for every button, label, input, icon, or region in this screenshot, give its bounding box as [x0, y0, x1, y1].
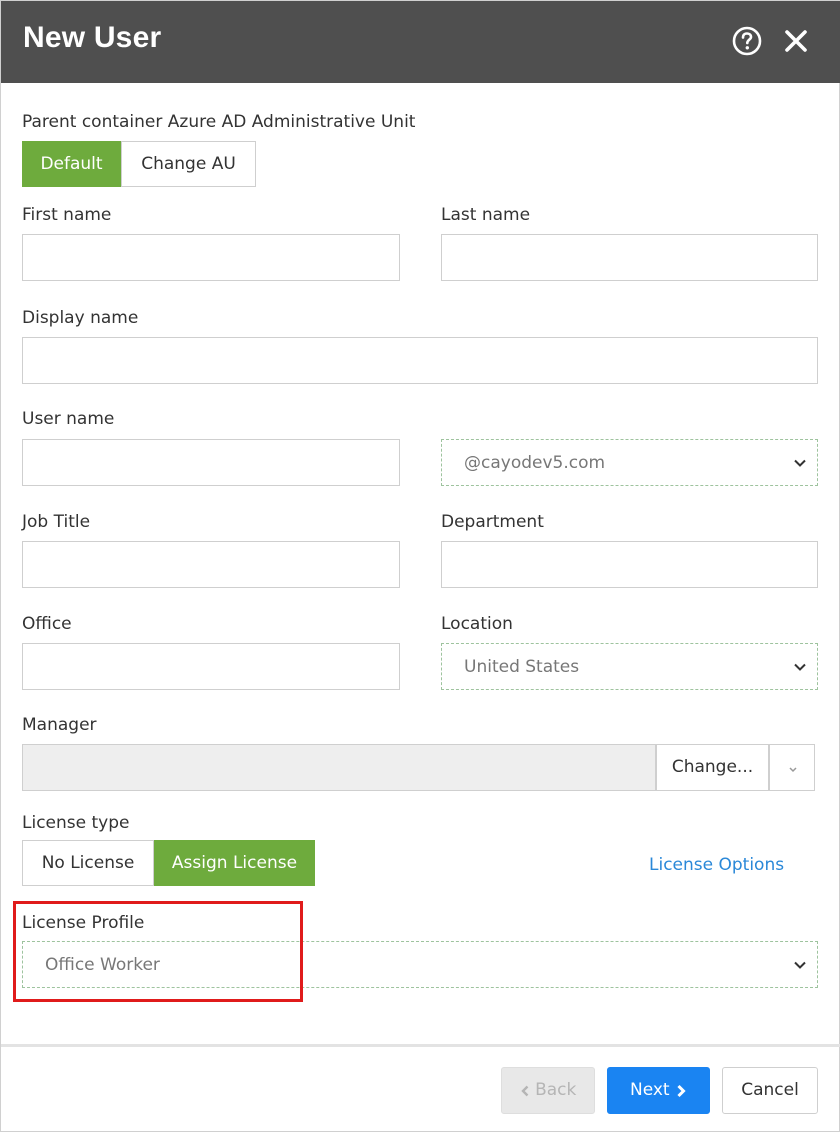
dialog-header: New User: [1, 1, 840, 83]
chevron-down-icon: [794, 961, 806, 969]
back-button[interactable]: Back: [501, 1067, 595, 1114]
domain-select-value: @cayodev5.com: [464, 453, 606, 473]
department-label: Department: [441, 512, 544, 532]
manager-dropdown-button[interactable]: [769, 744, 815, 791]
back-button-label: Back: [535, 1080, 577, 1100]
location-select[interactable]: United States: [441, 643, 818, 690]
manager-field: [22, 744, 656, 791]
display-name-input[interactable]: [22, 337, 818, 384]
change-au-button[interactable]: Change AU: [121, 141, 256, 187]
change-manager-button[interactable]: Change...: [656, 744, 769, 791]
first-name-input[interactable]: [22, 234, 400, 281]
domain-select[interactable]: @cayodev5.com: [441, 439, 818, 486]
display-name-label: Display name: [22, 308, 139, 328]
next-button-label: Next: [629, 1080, 670, 1100]
cancel-button[interactable]: Cancel: [722, 1067, 818, 1114]
assign-license-button[interactable]: Assign License: [154, 840, 315, 886]
chevron-left-icon: [520, 1085, 529, 1096]
user-name-label: User name: [22, 409, 115, 429]
close-icon[interactable]: [782, 27, 810, 55]
help-circle-icon[interactable]: [731, 25, 763, 57]
default-au-button[interactable]: Default: [22, 141, 121, 187]
chevron-down-icon: [794, 663, 806, 671]
last-name-label: Last name: [441, 205, 531, 225]
location-select-value: United States: [464, 657, 580, 677]
footer-divider: [1, 1044, 840, 1047]
last-name-input[interactable]: [441, 234, 818, 281]
parent-container-label: Parent container Azure AD Administrative…: [22, 112, 416, 132]
caret-down-icon: [789, 767, 797, 773]
chevron-right-icon: [677, 1084, 686, 1097]
manager-label: Manager: [22, 715, 97, 735]
user-name-input[interactable]: [22, 439, 400, 486]
new-user-dialog: New User Parent container Azure AD Admin…: [0, 0, 840, 1132]
license-type-label: License type: [22, 813, 130, 833]
first-name-label: First name: [22, 205, 112, 225]
no-license-button[interactable]: No License: [22, 840, 154, 886]
dialog-title: New User: [23, 21, 162, 54]
job-title-input[interactable]: [22, 541, 400, 588]
job-title-label: Job Title: [22, 512, 91, 532]
office-label: Office: [22, 614, 72, 634]
department-input[interactable]: [441, 541, 818, 588]
highlight-box: [13, 901, 303, 1002]
office-input[interactable]: [22, 643, 400, 690]
next-button[interactable]: Next: [607, 1067, 710, 1114]
location-label: Location: [441, 614, 513, 634]
license-options-link[interactable]: License Options: [649, 855, 784, 875]
chevron-down-icon: [794, 459, 806, 467]
